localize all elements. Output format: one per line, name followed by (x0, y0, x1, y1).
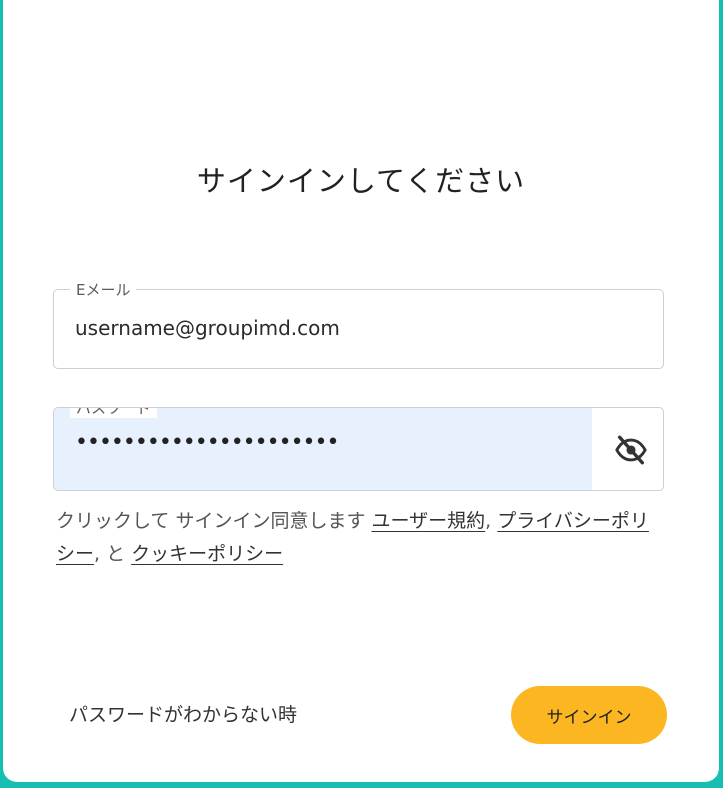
signin-button[interactable]: サインイン (511, 686, 667, 744)
password-field[interactable]: パスワード •••••••••••••••••••••• (53, 407, 664, 491)
email-value[interactable]: username@groupimd.com (75, 316, 340, 340)
cookie-policy-link[interactable]: クッキーポリシー (131, 543, 283, 565)
email-label: Eメール (70, 279, 137, 300)
consent-separator: , と (94, 543, 132, 565)
terms-link[interactable]: ユーザー規約 (372, 510, 486, 532)
consent-text: クリックして サインイン同意します ユーザー規約, プライバシーポリシー, と … (56, 505, 666, 571)
email-field[interactable]: Eメール username@groupimd.com (53, 279, 664, 369)
page-title: サインインしてください (196, 164, 526, 198)
password-value[interactable]: •••••••••••••••••••••• (75, 430, 339, 455)
consent-prefix: クリックして サインイン同意します (56, 510, 372, 532)
signin-card: サインインしてください Eメール username@groupimd.com パ… (3, 0, 719, 782)
forgot-password-link[interactable]: パスワードがわからない時 (69, 700, 297, 727)
consent-separator: , (485, 510, 498, 532)
password-label: パスワード (70, 408, 158, 418)
eye-off-icon[interactable] (613, 432, 649, 468)
